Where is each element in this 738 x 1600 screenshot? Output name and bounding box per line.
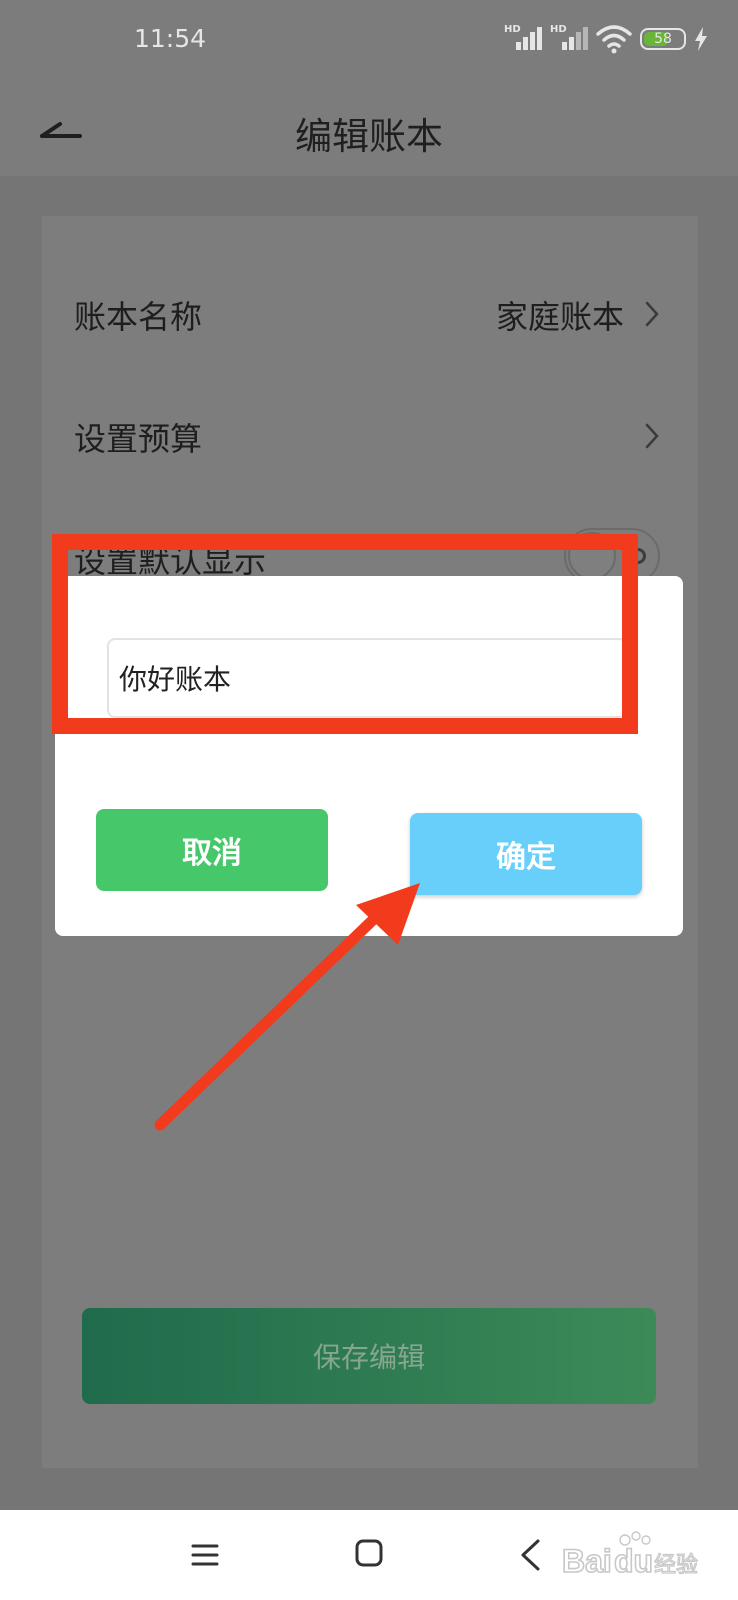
toggle-off-indicator: [630, 548, 646, 564]
confirm-button[interactable]: 确定: [410, 813, 642, 895]
rename-dialog: 取消 确定: [55, 576, 683, 936]
status-icons: HD HD 58: [504, 22, 708, 56]
row-book-name-value: 家庭账本: [495, 298, 624, 336]
wifi-icon: [596, 25, 632, 54]
toggle-knob: [568, 532, 616, 580]
baidu-jingyan-watermark: Bai du 经验: [562, 1531, 699, 1580]
cancel-button[interactable]: 取消: [96, 809, 328, 891]
svg-text:经验: 经验: [654, 1553, 698, 1578]
back-icon[interactable]: [518, 1538, 542, 1572]
sim2-hd-label: HD: [550, 24, 567, 35]
save-edit-button[interactable]: 保存编辑: [82, 1308, 656, 1404]
svg-text:du: du: [614, 1543, 653, 1579]
charging-icon: [695, 27, 707, 51]
row-budget-label: 设置预算: [74, 420, 203, 458]
page-title: 编辑账本: [295, 115, 443, 158]
signal-icon: HD: [550, 24, 588, 54]
chevron-right-icon: [645, 423, 659, 449]
row-budget[interactable]: 设置预算: [42, 374, 698, 494]
status-bar: 11:54 HD HD 58: [0, 0, 738, 80]
sim1-hd-label: HD: [504, 24, 521, 35]
home-icon[interactable]: [354, 1538, 384, 1568]
status-time: 11:54: [134, 24, 207, 53]
battery-icon: 58: [640, 28, 686, 50]
system-nav-bar: Bai du 经验: [0, 1510, 738, 1600]
row-book-name-label: 账本名称: [74, 298, 203, 336]
book-name-input[interactable]: [107, 638, 627, 718]
top-app-bar: 编辑账本: [0, 80, 738, 176]
menu-icon[interactable]: [190, 1540, 220, 1570]
signal-icon: HD: [504, 24, 542, 54]
chevron-right-icon: [645, 301, 659, 327]
row-book-name[interactable]: 账本名称 家庭账本: [42, 252, 698, 372]
battery-level: 58: [654, 31, 672, 47]
svg-text:Bai: Bai: [562, 1543, 612, 1579]
